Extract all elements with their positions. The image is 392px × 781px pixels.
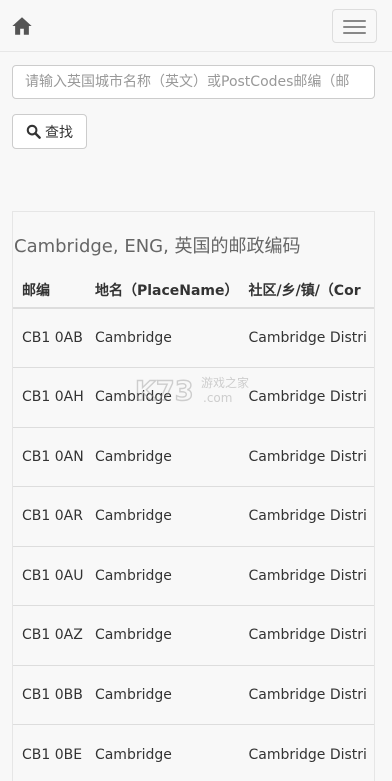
column-header-postcode: 邮编 — [13, 272, 86, 309]
cell-placename: Cambridge — [85, 426, 240, 487]
cell-postcode: CB1 0AU — [13, 545, 86, 606]
cell-community: Cambridge Distri — [239, 605, 374, 665]
results-panel: Cambridge, ENG, 英国的邮政编码 邮编 地名（PlaceName）… — [12, 211, 375, 781]
cell-postcode: CB1 0BE — [13, 724, 86, 781]
search-input[interactable]: 请输入英国城市名称（英文）或PostCodes邮编（邮 — [12, 65, 375, 99]
cell-community: Cambridge Distri — [239, 367, 374, 427]
table-header-row: 邮编 地名（PlaceName） 社区/乡/镇/（Cor — [13, 272, 374, 309]
cell-placename: Cambridge — [85, 664, 240, 725]
table-row: CB1 0AN Cambridge Cambridge Distri — [13, 426, 374, 487]
search-icon — [26, 124, 41, 139]
search-button[interactable]: 查找 — [12, 114, 87, 149]
cell-community: Cambridge Distri — [239, 664, 374, 725]
table-row: CB1 0AZ Cambridge Cambridge Distri — [13, 605, 374, 665]
cell-postcode: CB1 0AH — [13, 367, 86, 427]
cell-placename: Cambridge — [85, 367, 240, 427]
table-row: CB1 0BE Cambridge Cambridge Distri — [13, 724, 374, 781]
cell-postcode: CB1 0AB — [13, 307, 86, 368]
cell-placename: Cambridge — [85, 605, 240, 665]
table-row: CB1 0BB Cambridge Cambridge Distri — [13, 664, 374, 725]
cell-community: Cambridge Distri — [239, 486, 374, 546]
table-row: CB1 0AH Cambridge Cambridge Distri — [13, 367, 374, 427]
cell-placename: Cambridge — [85, 307, 240, 368]
hamburger-menu-icon — [343, 20, 366, 22]
postcode-table: 邮编 地名（PlaceName） 社区/乡/镇/（Cor CB1 0AB Camb… — [13, 272, 374, 781]
results-title: Cambridge, ENG, 英国的邮政编码 — [14, 236, 301, 257]
cell-postcode: CB1 0BB — [13, 664, 86, 725]
cell-community: Cambridge Distri — [239, 426, 374, 487]
cell-placename: Cambridge — [85, 545, 240, 606]
cell-community: Cambridge Distri — [239, 724, 374, 781]
table-row: CB1 0AR Cambridge Cambridge Distri — [13, 486, 374, 546]
search-button-label: 查找 — [45, 124, 73, 141]
column-header-community: 社区/乡/镇/（Cor — [239, 272, 374, 309]
table-row: CB1 0AU Cambridge Cambridge Distri — [13, 545, 374, 606]
column-header-placename: 地名（PlaceName） — [85, 272, 240, 309]
cell-community: Cambridge Distri — [239, 307, 374, 368]
home-icon[interactable] — [11, 15, 33, 37]
cell-postcode: CB1 0AZ — [13, 605, 86, 665]
cell-postcode: CB1 0AR — [13, 486, 86, 546]
menu-toggle-button[interactable] — [332, 9, 377, 43]
cell-placename: Cambridge — [85, 486, 240, 546]
cell-community: Cambridge Distri — [239, 545, 374, 606]
navbar — [0, 0, 392, 52]
cell-placename: Cambridge — [85, 724, 240, 781]
cell-postcode: CB1 0AN — [13, 426, 86, 487]
table-row: CB1 0AB Cambridge Cambridge Distri — [13, 307, 374, 368]
